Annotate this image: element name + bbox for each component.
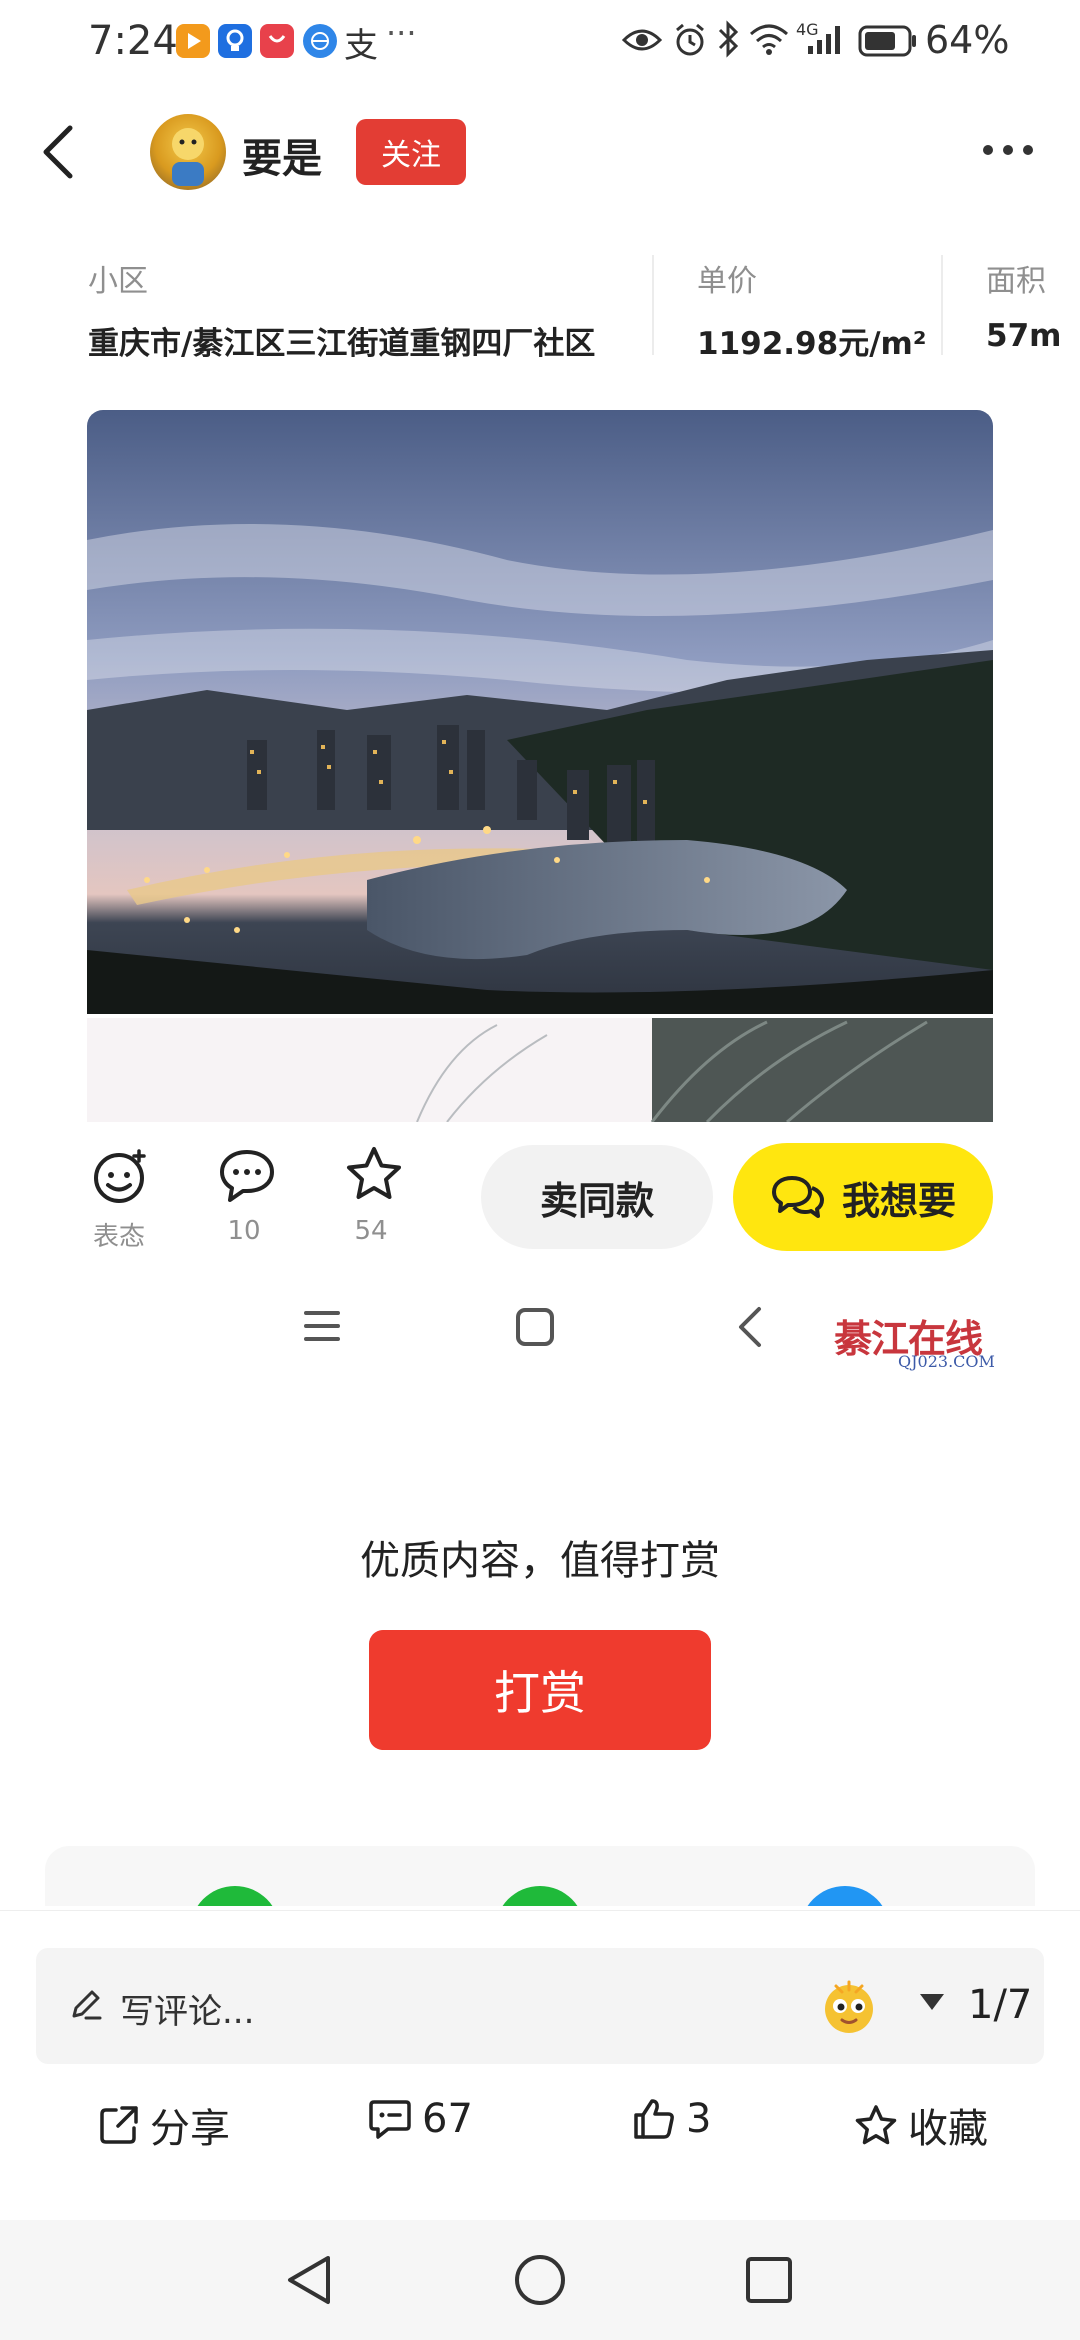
triangle-back-icon	[288, 2256, 330, 2304]
area-column-clip: 面积 57m	[986, 250, 1080, 370]
area-label: 面积	[986, 264, 1046, 299]
star-icon	[347, 1147, 401, 1199]
comments-count: 67	[422, 2096, 473, 2142]
nav-back-button[interactable]	[284, 2253, 334, 2311]
wifi-icon	[748, 22, 790, 60]
video-app-icon	[176, 24, 210, 58]
nav-recents-button[interactable]	[744, 2255, 794, 2309]
info-divider	[941, 255, 943, 355]
want-label: 我想要	[841, 1178, 956, 1223]
comment-count: 10	[227, 1216, 261, 1246]
avatar[interactable]	[150, 114, 226, 190]
status-time: 7:24	[88, 18, 178, 64]
like-button[interactable]: 3	[632, 2096, 711, 2142]
page-indicator: 1/7	[968, 1982, 1033, 2028]
square-recents-icon	[746, 2257, 792, 2303]
unit-price-label: 单价	[697, 264, 757, 299]
emoji-sticker-button[interactable]	[818, 1976, 880, 2042]
reward-prompt: 优质内容，值得打赏	[360, 1538, 720, 1584]
site-watermark: 綦江在线 QJ023.COM	[834, 1308, 1014, 1380]
wechat-share-icon[interactable]	[190, 1886, 280, 1906]
info-divider	[652, 255, 654, 355]
lightbulb-app-icon	[218, 24, 252, 58]
collect-button[interactable]: 收藏	[854, 2096, 988, 2154]
preview-back-button[interactable]	[734, 1304, 764, 1354]
battery-icon	[858, 24, 918, 62]
comments-button[interactable]: 67	[368, 2096, 473, 2142]
follow-button[interactable]: 关注	[356, 119, 466, 185]
comment-action-button[interactable]	[218, 1148, 276, 1208]
menu-icon	[304, 1311, 340, 1341]
caret-down-icon	[920, 1994, 944, 2010]
chevron-left-icon	[739, 1307, 761, 1347]
watermark-url: QJ023.COM	[898, 1352, 995, 1371]
battery-percent: 64%	[925, 18, 1010, 62]
share-label: 分享	[150, 2106, 230, 2152]
nav-home-button[interactable]	[512, 2252, 568, 2312]
qq-share-icon[interactable]	[800, 1886, 890, 1906]
preview-home-button[interactable]	[514, 1306, 556, 1352]
back-arrow-icon	[43, 125, 73, 179]
emoji-face-icon	[825, 1980, 873, 2033]
more-dots-icon	[983, 145, 1033, 155]
circle-home-icon	[515, 2255, 565, 2305]
likes-count: 3	[686, 2096, 712, 2142]
bluetooth-icon	[716, 20, 740, 62]
page-dropdown-button[interactable]	[918, 1992, 946, 2016]
react-button[interactable]	[92, 1147, 150, 1209]
star-outline-icon	[855, 2105, 897, 2145]
comment-icon	[369, 2100, 411, 2139]
eye-comfort-icon	[621, 24, 663, 60]
alarm-icon	[672, 22, 708, 62]
user-name[interactable]: 要是	[242, 126, 322, 184]
favorite-button[interactable]	[344, 1145, 404, 1207]
back-button[interactable]	[38, 122, 78, 186]
comment-bubble-icon	[220, 1150, 274, 1202]
share-button[interactable]: 分享	[98, 2096, 230, 2154]
area-value: 57m	[986, 318, 1062, 354]
favorite-count: 54	[354, 1216, 388, 1246]
share-options-card	[45, 1846, 1035, 1906]
browser-app-icon	[303, 24, 337, 58]
chat-bubbles-icon	[771, 1176, 824, 1218]
comment-placeholder: 写评论...	[120, 1992, 255, 2032]
emoji-react-icon	[94, 1149, 146, 1203]
share-icon	[100, 2106, 138, 2144]
pencil-icon	[68, 1986, 104, 2026]
more-notifications-icon: ···	[386, 14, 417, 52]
want-button[interactable]: 我想要	[733, 1143, 993, 1251]
signal-icon	[806, 22, 846, 60]
unit-price-value: 1192.98元/m²	[697, 326, 927, 362]
alipay-icon: 支	[344, 26, 378, 66]
collect-label: 收藏	[908, 2106, 988, 2152]
more-options-button[interactable]	[980, 140, 1036, 164]
preview-menu-button[interactable]	[302, 1308, 342, 1348]
thumbs-up-icon	[634, 2099, 674, 2139]
square-icon	[516, 1308, 554, 1346]
reward-button[interactable]: 打赏	[369, 1630, 711, 1750]
community-label: 小区	[88, 264, 148, 299]
sell-same-button[interactable]: 卖同款	[481, 1145, 713, 1249]
listing-photo[interactable]	[87, 410, 993, 1122]
react-label: 表态	[92, 1222, 145, 1252]
moments-share-icon[interactable]	[495, 1886, 585, 1906]
community-value: 重庆市/綦江区三江街道重钢四厂社区	[88, 326, 596, 362]
huawei-app-icon	[260, 24, 294, 58]
